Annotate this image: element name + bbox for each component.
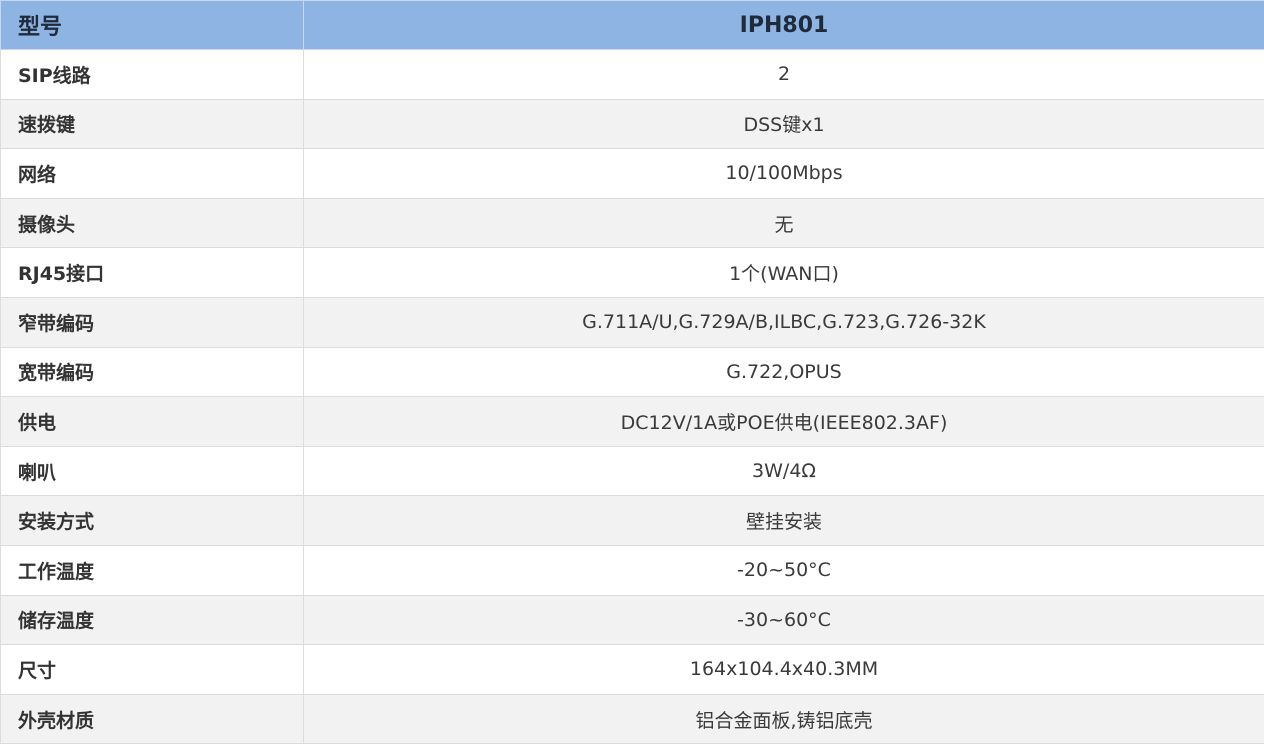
header-model-cell: IPH801 xyxy=(303,0,1264,50)
row-value: 2 xyxy=(303,49,1264,100)
row-value: -20~50°C xyxy=(303,544,1264,596)
table-row: 摄像头 无 xyxy=(0,197,1264,249)
row-label: 安装方式 xyxy=(0,495,304,546)
table-row: 网络 10/100Mbps xyxy=(0,148,1264,199)
spec-table-header: 型号 IPH801 xyxy=(0,0,1264,50)
row-label: 网络 xyxy=(0,148,304,199)
row-label: 尺寸 xyxy=(0,644,304,695)
row-label: 速拨键 xyxy=(0,98,304,150)
row-value: 3W/4Ω xyxy=(303,445,1264,497)
row-label: 宽带编码 xyxy=(0,346,304,398)
row-value: G.722,OPUS xyxy=(303,346,1264,398)
row-value: 10/100Mbps xyxy=(303,148,1264,199)
spec-table-body: SIP线路 2 速拨键 DSS键x1 网络 10/100Mbps 摄像头 无 R… xyxy=(0,49,1264,744)
row-value: 无 xyxy=(303,197,1264,249)
table-row: 宽带编码 G.722,OPUS xyxy=(0,346,1264,398)
table-row: 速拨键 DSS键x1 xyxy=(0,98,1264,150)
row-value: 壁挂安装 xyxy=(303,495,1264,546)
row-label: 窄带编码 xyxy=(0,296,304,348)
row-value: -30~60°C xyxy=(303,594,1264,646)
table-row: 储存温度 -30~60°C xyxy=(0,594,1264,646)
row-value: DSS键x1 xyxy=(303,98,1264,150)
row-label: 工作温度 xyxy=(0,544,304,596)
row-value: DC12V/1A或POE供电(IEEE802.3AF) xyxy=(303,396,1264,447)
table-row: SIP线路 2 xyxy=(0,49,1264,100)
table-row: 供电 DC12V/1A或POE供电(IEEE802.3AF) xyxy=(0,396,1264,447)
row-label: 供电 xyxy=(0,396,304,447)
table-row: 安装方式 壁挂安装 xyxy=(0,495,1264,546)
table-row: RJ45接口 1个(WAN口) xyxy=(0,247,1264,298)
row-label: RJ45接口 xyxy=(0,247,304,298)
header-label-cell: 型号 xyxy=(0,0,304,50)
table-row: 喇叭 3W/4Ω xyxy=(0,445,1264,497)
row-value: 164x104.4x40.3MM xyxy=(303,644,1264,695)
spec-table: 型号 IPH801 SIP线路 2 速拨键 DSS键x1 网络 10/100Mb… xyxy=(0,0,1264,744)
row-value: G.711A/U,G.729A/B,ILBC,G.723,G.726-32K xyxy=(303,296,1264,348)
table-row: 尺寸 164x104.4x40.3MM xyxy=(0,644,1264,695)
row-value: 1个(WAN口) xyxy=(303,247,1264,298)
row-label: 喇叭 xyxy=(0,445,304,497)
header-row: 型号 IPH801 xyxy=(0,0,1264,50)
row-label: 摄像头 xyxy=(0,197,304,249)
table-row: 工作温度 -20~50°C xyxy=(0,544,1264,596)
row-label: 储存温度 xyxy=(0,594,304,646)
row-value: 铝合金面板,铸铝底壳 xyxy=(303,693,1264,744)
table-row: 外壳材质 铝合金面板,铸铝底壳 xyxy=(0,693,1264,744)
row-label: 外壳材质 xyxy=(0,693,304,744)
row-label: SIP线路 xyxy=(0,49,304,100)
table-row: 窄带编码 G.711A/U,G.729A/B,ILBC,G.723,G.726-… xyxy=(0,296,1264,348)
